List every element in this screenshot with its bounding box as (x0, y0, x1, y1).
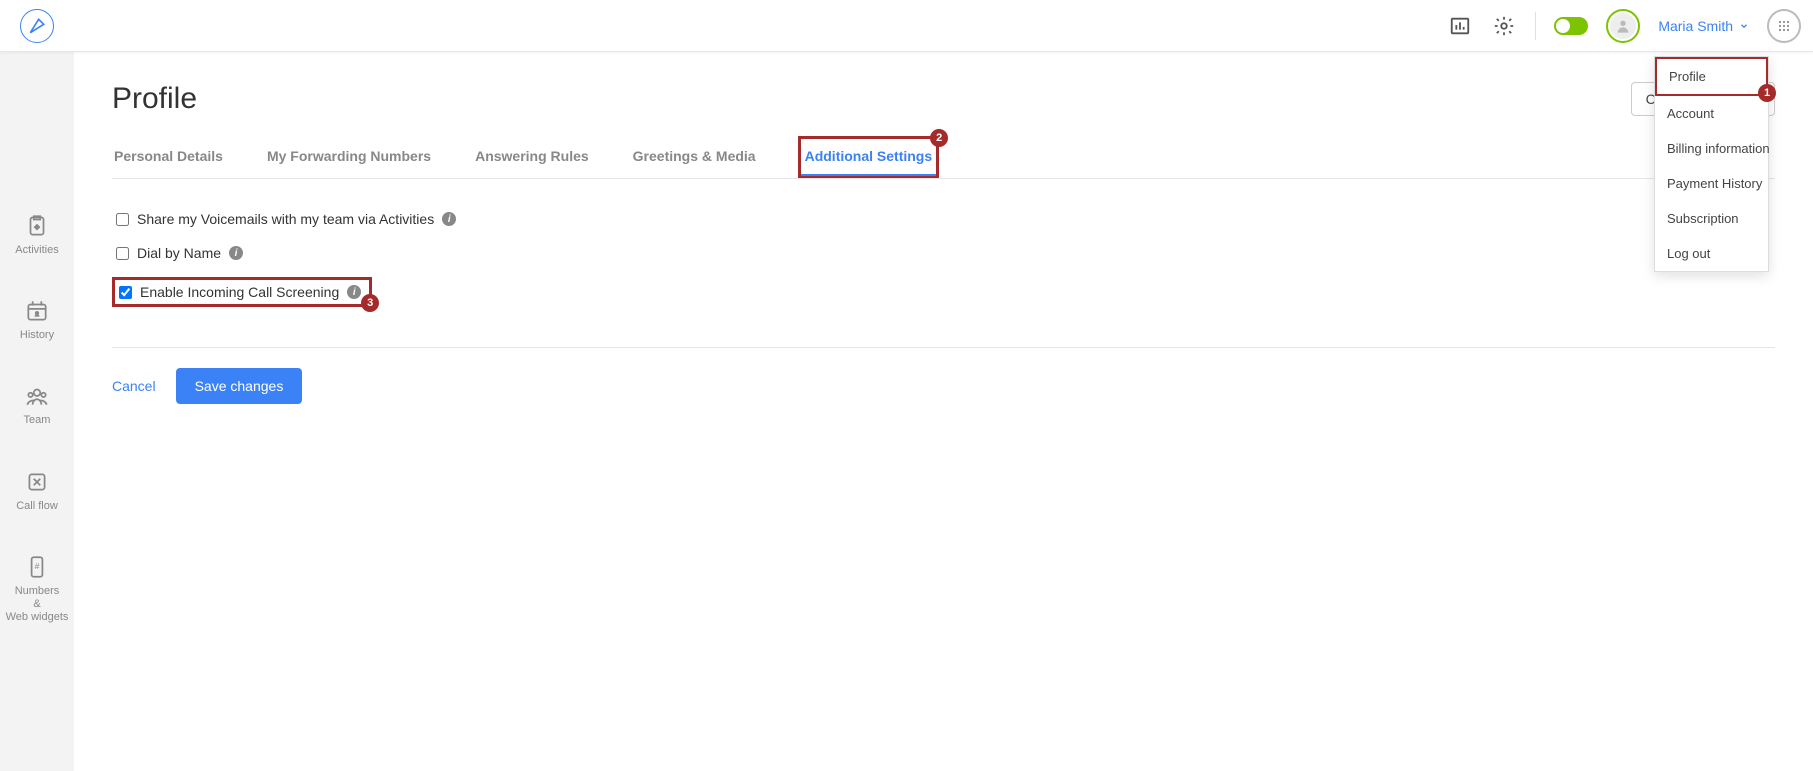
sidebar-item-history[interactable]: History (20, 297, 54, 342)
annotation-badge: 3 (361, 294, 379, 312)
sidebar-label: Activities (15, 244, 58, 257)
setting-label: Enable Incoming Call Screening (140, 284, 339, 300)
chevron-down-icon (1739, 21, 1749, 31)
logo-wrap (0, 0, 74, 52)
info-icon[interactable]: i (442, 212, 456, 226)
sidebar-label: Numbers & Web widgets (6, 585, 69, 625)
setting-checkbox[interactable] (116, 247, 129, 260)
user-menu-trigger[interactable]: Maria Smith (1658, 18, 1749, 34)
availability-toggle[interactable] (1554, 17, 1588, 35)
gear-icon[interactable] (1491, 13, 1517, 39)
info-icon[interactable]: i (229, 246, 243, 260)
setting-share-my-voicemails-with-my-team-via-activities[interactable]: Share my Voicemails with my team via Act… (112, 209, 1775, 229)
sidebar-icon: # (23, 553, 51, 581)
topbar: Maria Smith (0, 0, 1813, 52)
setting-checkbox[interactable] (119, 286, 132, 299)
annotation-badge: 2 (930, 129, 948, 147)
cancel-button[interactable]: Cancel (112, 378, 156, 394)
sidebar-item-numbers[interactable]: # Numbers & Web widgets (6, 553, 69, 625)
tab-additional-settings[interactable]: Additional Settings2 (798, 136, 940, 178)
main-content: Profile Change Password Personal Details… (74, 52, 1813, 771)
actions-row: Cancel Save changes (112, 347, 1775, 404)
settings-list: Share my Voicemails with my team via Act… (112, 209, 1775, 307)
sidebar-icon (23, 468, 51, 496)
setting-enable-incoming-call-screening[interactable]: Enable Incoming Call Screeningi3 (112, 277, 372, 307)
dropdown-item-profile[interactable]: Profile1 (1655, 57, 1768, 96)
setting-checkbox[interactable] (116, 213, 129, 226)
sidebar-icon (23, 297, 51, 325)
app-logo[interactable] (20, 9, 54, 43)
info-icon[interactable]: i (347, 285, 361, 299)
avatar[interactable] (1606, 9, 1640, 43)
setting-label: Dial by Name (137, 245, 221, 261)
save-button[interactable]: Save changes (176, 368, 303, 404)
tab-greetings-media[interactable]: Greetings & Media (631, 136, 758, 178)
user-dropdown: Profile1AccountBilling informationPaymen… (1654, 56, 1769, 272)
sidebar: Activities History Team Call flow # Numbers &… (0, 52, 74, 771)
annotation-badge: 1 (1758, 84, 1776, 102)
dropdown-item-account[interactable]: Account (1655, 96, 1768, 131)
tab-answering-rules[interactable]: Answering Rules (473, 136, 591, 178)
sidebar-icon (23, 212, 51, 240)
dropdown-item-billing-information[interactable]: Billing information (1655, 131, 1768, 166)
tab-my-forwarding-numbers[interactable]: My Forwarding Numbers (265, 136, 433, 178)
setting-label: Share my Voicemails with my team via Act… (137, 211, 434, 227)
sidebar-item-call-flow[interactable]: Call flow (16, 468, 58, 513)
setting-dial-by-name[interactable]: Dial by Name i (112, 243, 1775, 263)
sidebar-label: Call flow (16, 500, 58, 513)
dropdown-item-payment-history[interactable]: Payment History (1655, 166, 1768, 201)
bar-chart-icon[interactable] (1447, 13, 1473, 39)
username-label: Maria Smith (1658, 18, 1733, 34)
sidebar-item-activities[interactable]: Activities (15, 212, 58, 257)
separator (1535, 12, 1536, 40)
sidebar-icon (23, 382, 51, 410)
page-header: Profile Change Password (112, 82, 1775, 116)
svg-text:#: # (35, 561, 40, 571)
sidebar-item-team[interactable]: Team (23, 382, 51, 427)
dialpad-icon[interactable] (1767, 9, 1801, 43)
tabs: Personal Details My Forwarding Numbers Ans… (112, 136, 1775, 179)
dropdown-item-log-out[interactable]: Log out (1655, 236, 1768, 271)
tab-personal-details[interactable]: Personal Details (112, 136, 225, 178)
page-title: Profile (112, 82, 197, 116)
dropdown-item-subscription[interactable]: Subscription (1655, 201, 1768, 236)
topbar-right: Maria Smith (1447, 9, 1813, 43)
sidebar-label: Team (24, 414, 51, 427)
sidebar-label: History (20, 329, 54, 342)
